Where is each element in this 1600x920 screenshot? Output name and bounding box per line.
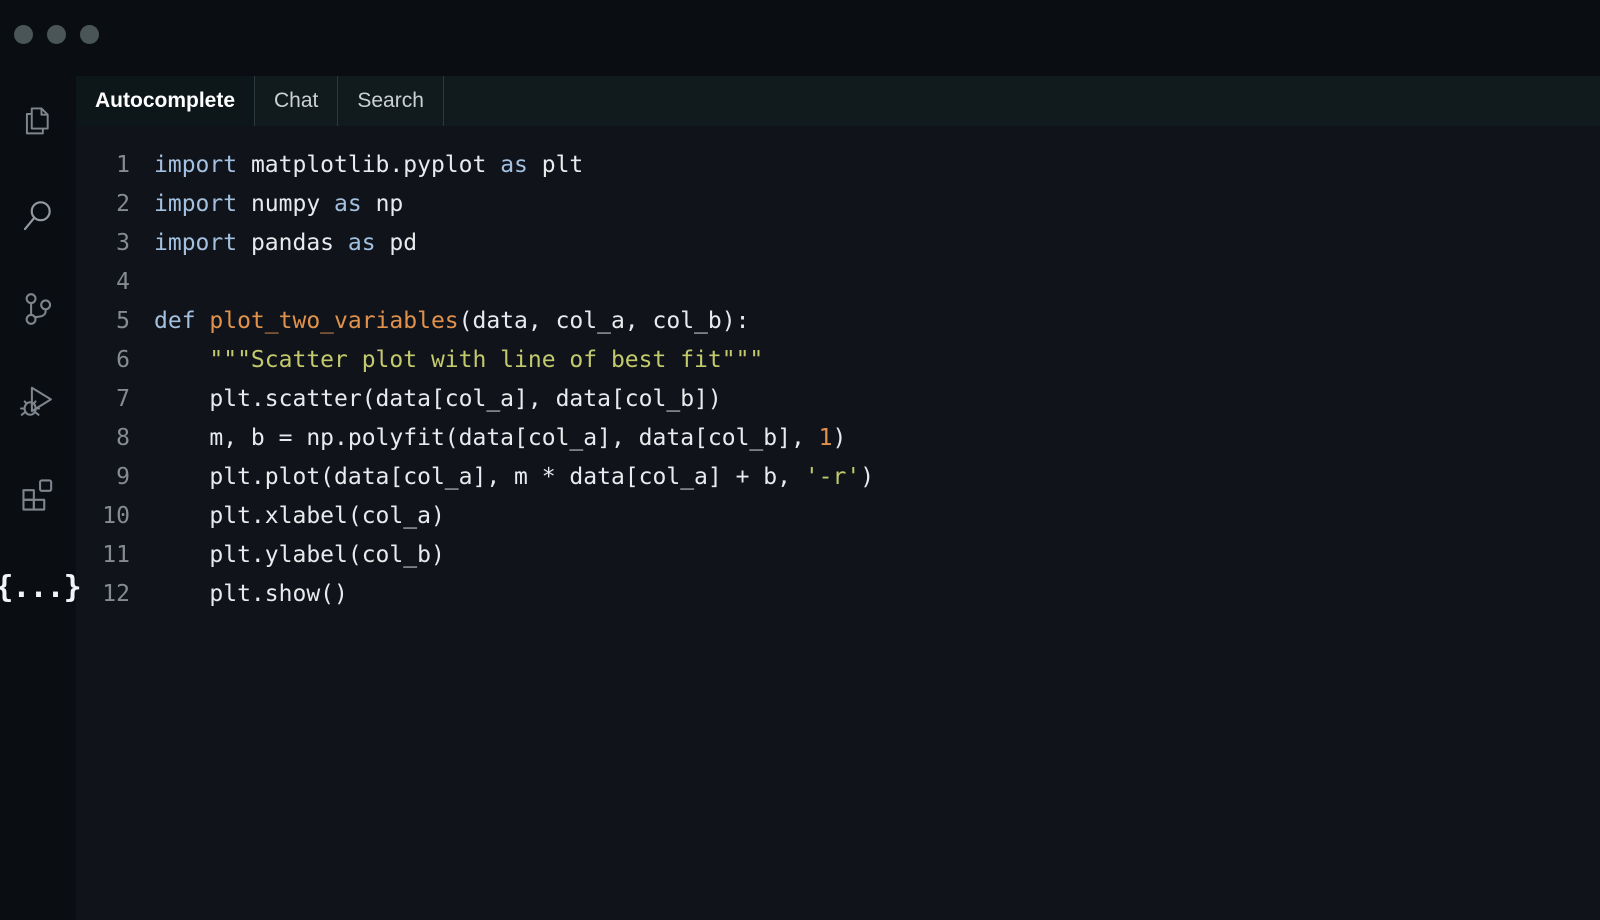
code-token: import <box>154 191 251 217</box>
title-bar <box>0 0 1600 76</box>
editor-pane: Autocomplete Chat Search 1import matplot… <box>76 0 1600 920</box>
code-line-text: plt.ylabel(col_b) <box>130 536 445 575</box>
sidebar-item-source-control[interactable] <box>0 262 76 355</box>
code-line-text: import matplotlib.pyplot as plt <box>130 146 583 185</box>
tab-search[interactable]: Search <box>338 76 444 126</box>
run-debug-icon <box>19 383 57 421</box>
code-token: as <box>334 191 376 217</box>
line-number: 8 <box>76 419 130 458</box>
code-token: import <box>154 230 251 256</box>
activity-bar: {...} <box>0 0 76 920</box>
code-line-text: m, b = np.polyfit(data[col_a], data[col_… <box>130 419 846 458</box>
code-token: plt <box>542 152 584 178</box>
code-token: ) <box>833 425 847 451</box>
code-token: (data, col_a, col_b): <box>459 308 750 334</box>
code-line[interactable]: 4 <box>76 263 1600 302</box>
code-token: 1 <box>819 425 833 451</box>
code-token: """Scatter plot with line of best fit""" <box>209 347 763 373</box>
line-number: 5 <box>76 302 130 341</box>
line-number: 1 <box>76 146 130 185</box>
code-token: pd <box>389 230 417 256</box>
line-number: 11 <box>76 536 130 575</box>
code-line[interactable]: 6 """Scatter plot with line of best fit"… <box>76 341 1600 380</box>
code-token: plt.xlabel(col_a) <box>154 503 445 529</box>
tab-chat[interactable]: Chat <box>255 76 338 126</box>
json-braces-icon: {...} <box>0 573 81 603</box>
code-token: '-r' <box>805 464 860 490</box>
sidebar-item-run-debug[interactable] <box>0 355 76 448</box>
code-line[interactable]: 9 plt.plot(data[col_a], m * data[col_a] … <box>76 458 1600 497</box>
sidebar-item-explorer[interactable] <box>0 76 76 169</box>
code-token: def <box>154 308 209 334</box>
line-number: 2 <box>76 185 130 224</box>
tab-autocomplete[interactable]: Autocomplete <box>76 76 255 126</box>
sidebar-item-search[interactable] <box>0 169 76 262</box>
tab-bar: Autocomplete Chat Search <box>76 76 1600 126</box>
code-token: m, b = np.polyfit(data[col_a], data[col_… <box>154 425 819 451</box>
tab-label: Chat <box>274 89 318 113</box>
code-line[interactable]: 10 plt.xlabel(col_a) <box>76 497 1600 536</box>
code-line-text: import numpy as np <box>130 185 403 224</box>
close-button[interactable] <box>14 25 33 44</box>
sidebar-item-json-braces[interactable]: {...} <box>0 541 76 634</box>
code-token: plt.plot(data[col_a], m * data[col_a] + … <box>154 464 805 490</box>
code-token: numpy <box>251 191 334 217</box>
code-line-text: plt.scatter(data[col_a], data[col_b]) <box>130 380 722 419</box>
code-line-text: import pandas as pd <box>130 224 417 263</box>
code-token: plot_two_variables <box>209 308 458 334</box>
code-token <box>154 347 209 373</box>
code-token: import <box>154 152 251 178</box>
code-token: as <box>348 230 390 256</box>
code-token: as <box>500 152 542 178</box>
minimize-button[interactable] <box>47 25 66 44</box>
code-line[interactable]: 8 m, b = np.polyfit(data[col_a], data[co… <box>76 419 1600 458</box>
source-control-icon <box>21 291 55 327</box>
code-token: ) <box>860 464 874 490</box>
code-line-text: plt.plot(data[col_a], m * data[col_a] + … <box>130 458 874 497</box>
tab-bar-filler <box>444 76 1600 126</box>
code-line[interactable]: 11 plt.ylabel(col_b) <box>76 536 1600 575</box>
code-token: plt.show() <box>154 581 348 607</box>
app-window: {...} Autocomplete Chat Search 1import m… <box>0 0 1600 920</box>
code-line[interactable]: 2import numpy as np <box>76 185 1600 224</box>
code-token: matplotlib.pyplot <box>251 152 500 178</box>
extensions-icon <box>20 477 56 513</box>
activity-bar-items: {...} <box>0 76 76 634</box>
code-token: pandas <box>251 230 348 256</box>
code-line-text: plt.xlabel(col_a) <box>130 497 445 536</box>
search-icon <box>20 197 56 235</box>
files-icon <box>21 105 55 141</box>
line-number: 6 <box>76 341 130 380</box>
code-line[interactable]: 5def plot_two_variables(data, col_a, col… <box>76 302 1600 341</box>
code-editor[interactable]: 1import matplotlib.pyplot as plt2import … <box>76 126 1600 920</box>
code-line-text: plt.show() <box>130 575 348 614</box>
line-number: 7 <box>76 380 130 419</box>
tab-label: Search <box>357 89 424 113</box>
maximize-button[interactable] <box>80 25 99 44</box>
code-line-text: def plot_two_variables(data, col_a, col_… <box>130 302 749 341</box>
code-token: plt.ylabel(col_b) <box>154 542 445 568</box>
line-number: 9 <box>76 458 130 497</box>
code-line-text: """Scatter plot with line of best fit""" <box>130 341 763 380</box>
line-number: 4 <box>76 263 130 302</box>
code-line[interactable]: 1import matplotlib.pyplot as plt <box>76 146 1600 185</box>
tab-label: Autocomplete <box>95 89 235 113</box>
window-controls <box>14 25 99 44</box>
code-line[interactable]: 3import pandas as pd <box>76 224 1600 263</box>
code-line[interactable]: 7 plt.scatter(data[col_a], data[col_b]) <box>76 380 1600 419</box>
code-token: np <box>376 191 404 217</box>
code-line[interactable]: 12 plt.show() <box>76 575 1600 614</box>
line-number: 3 <box>76 224 130 263</box>
line-number: 12 <box>76 575 130 614</box>
line-number: 10 <box>76 497 130 536</box>
code-token: plt.scatter(data[col_a], data[col_b]) <box>154 386 722 412</box>
sidebar-item-extensions[interactable] <box>0 448 76 541</box>
